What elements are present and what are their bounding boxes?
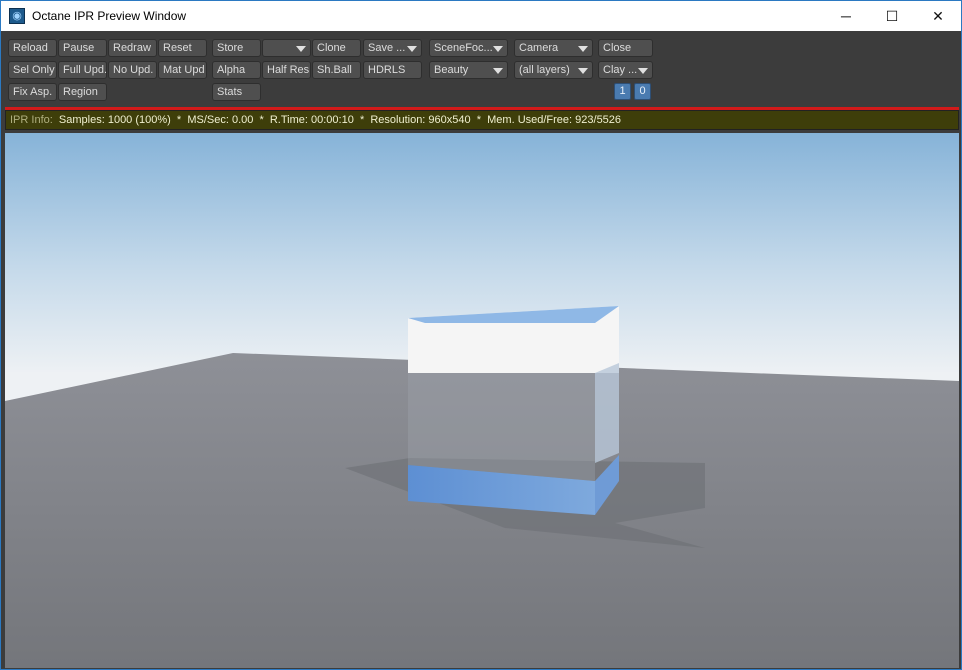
window-title: Octane IPR Preview Window	[32, 9, 187, 23]
redraw-button[interactable]: Redraw	[108, 39, 157, 57]
shader-ball-button[interactable]: Sh.Ball	[312, 61, 361, 79]
render-pass-dropdown[interactable]: Beauty	[429, 61, 508, 79]
counter-2[interactable]: 0	[634, 83, 651, 100]
half-res-button[interactable]: Half Res	[262, 61, 311, 79]
sel-only-button[interactable]: Sel Only	[8, 61, 57, 79]
render-image	[5, 133, 959, 668]
chevron-down-icon	[296, 46, 306, 52]
ipr-window: ◉ Octane IPR Preview Window ─ ☐ ✕ Reload…	[0, 0, 962, 670]
close-window-button[interactable]: ✕	[915, 1, 961, 31]
chevron-down-icon	[578, 46, 588, 52]
scene-focus-dropdown[interactable]: SceneFoc...	[429, 39, 508, 57]
ipr-info-label: IPR Info:	[10, 114, 53, 126]
minimize-button[interactable]: ─	[823, 1, 869, 31]
chevron-down-icon	[407, 46, 417, 52]
store-slot-dropdown[interactable]	[262, 39, 311, 57]
chevron-down-icon	[493, 68, 503, 74]
save-dropdown[interactable]: Save ...	[363, 39, 422, 57]
kernel-dropdown[interactable]: Clay ...	[598, 61, 653, 79]
kernel-label: Clay ...	[603, 64, 638, 76]
stats-button[interactable]: Stats	[212, 83, 261, 101]
ipr-info-bar: IPR Info: Samples: 1000 (100%) * MS/Sec:…	[5, 110, 959, 130]
clone-button[interactable]: Clone	[312, 39, 361, 57]
close-button[interactable]: Close	[598, 39, 653, 57]
hdrls-button[interactable]: HDRLS	[363, 61, 422, 79]
chevron-down-icon	[638, 68, 648, 74]
ipr-info-text: Samples: 1000 (100%) * MS/Sec: 0.00 * R.…	[58, 114, 622, 126]
render-pass-label: Beauty	[434, 64, 469, 76]
alpha-button[interactable]: Alpha	[212, 61, 261, 79]
scene-focus-label: SceneFoc...	[434, 42, 493, 54]
reset-button[interactable]: Reset	[158, 39, 207, 57]
fix-aspect-button[interactable]: Fix Asp.	[8, 83, 57, 101]
store-button[interactable]: Store	[212, 39, 261, 57]
no-update-button[interactable]: No Upd.	[108, 61, 157, 79]
counter-1[interactable]: 1	[614, 83, 631, 100]
save-label: Save ...	[368, 42, 406, 54]
full-update-button[interactable]: Full Upd.	[58, 61, 107, 79]
maximize-button[interactable]: ☐	[869, 1, 915, 31]
camera-dropdown[interactable]: Camera	[514, 39, 593, 57]
chevron-down-icon	[493, 46, 503, 52]
pause-button[interactable]: Pause	[58, 39, 107, 57]
title-bar: ◉ Octane IPR Preview Window ─ ☐ ✕	[1, 1, 961, 31]
region-button[interactable]: Region	[58, 83, 107, 101]
render-viewport[interactable]	[5, 133, 959, 668]
octane-app-icon: ◉	[9, 8, 25, 24]
reload-button[interactable]: Reload	[8, 39, 57, 57]
camera-label: Camera	[519, 42, 559, 54]
mat-update-button[interactable]: Mat Upd	[158, 61, 207, 79]
chevron-down-icon	[578, 68, 588, 74]
layers-dropdown[interactable]: (all layers)	[514, 61, 593, 79]
layers-label: (all layers)	[519, 64, 570, 76]
